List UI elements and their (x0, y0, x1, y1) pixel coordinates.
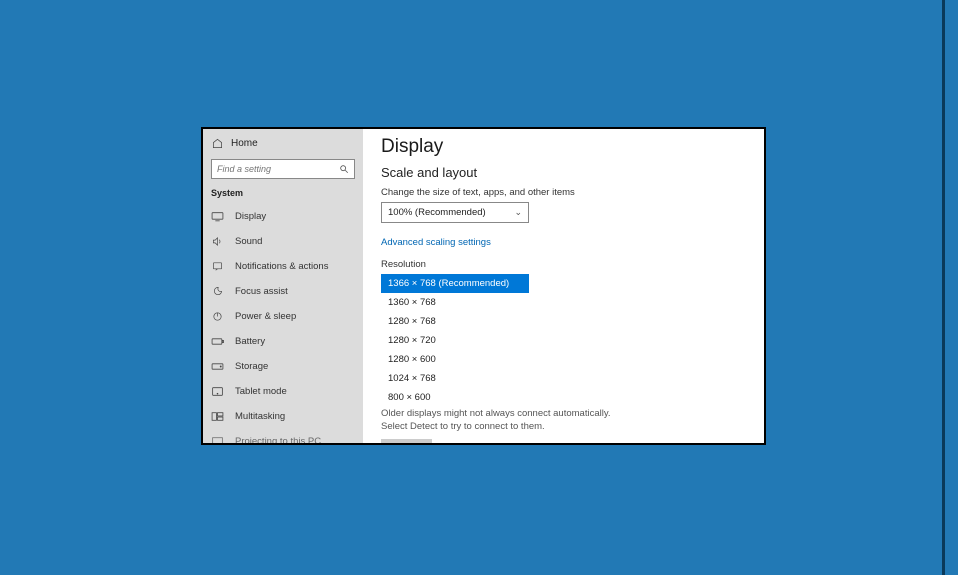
sidebar-item-label: Projecting to this PC (235, 436, 321, 443)
resolution-label: Resolution (381, 259, 752, 270)
settings-window: Home System Display Sound (201, 127, 766, 445)
tablet-icon (211, 386, 224, 397)
sidebar-item-tablet-mode[interactable]: Tablet mode (203, 379, 363, 404)
sidebar-item-label: Sound (235, 236, 262, 247)
detect-hint: Older displays might not always connect … (381, 407, 621, 433)
sidebar-item-focus-assist[interactable]: Focus assist (203, 279, 363, 304)
resolution-option[interactable]: 800 × 600 (381, 388, 529, 407)
sidebar-item-multitasking[interactable]: Multitasking (203, 404, 363, 429)
sidebar-item-battery[interactable]: Battery (203, 329, 363, 354)
battery-icon (211, 336, 224, 347)
sound-icon (211, 236, 224, 247)
sidebar-item-label: Display (235, 211, 266, 222)
sidebar-item-notifications[interactable]: Notifications & actions (203, 254, 363, 279)
sidebar-item-power-sleep[interactable]: Power & sleep (203, 304, 363, 329)
sidebar-item-label: Focus assist (235, 286, 288, 297)
resolution-option[interactable]: 1280 × 720 (381, 331, 529, 350)
sidebar: Home System Display Sound (203, 129, 363, 443)
sidebar-item-label: Multitasking (235, 411, 285, 422)
sidebar-item-display[interactable]: Display (203, 204, 363, 229)
resolution-option[interactable]: 1280 × 768 (381, 312, 529, 331)
section-title: Scale and layout (381, 165, 752, 180)
display-icon (211, 211, 224, 222)
home-icon (211, 138, 223, 149)
decorative-edge (942, 0, 945, 575)
projecting-icon (211, 436, 224, 443)
sidebar-item-label: Tablet mode (235, 386, 287, 397)
search-box[interactable] (211, 159, 355, 179)
power-icon (211, 311, 224, 322)
resolution-option[interactable]: 1280 × 600 (381, 350, 529, 369)
content-pane: Display Scale and layout Change the size… (363, 129, 764, 443)
scale-dropdown[interactable]: 100% (Recommended) ⌄ (381, 202, 529, 223)
focus-assist-icon (211, 286, 224, 297)
home-label: Home (231, 138, 258, 149)
resolution-option[interactable]: 1024 × 768 (381, 369, 529, 388)
sidebar-item-storage[interactable]: Storage (203, 354, 363, 379)
search-input[interactable] (217, 164, 339, 174)
advanced-scaling-link[interactable]: Advanced scaling settings (381, 237, 491, 248)
page-title: Display (381, 136, 752, 158)
sidebar-item-label: Storage (235, 361, 268, 372)
sidebar-item-sound[interactable]: Sound (203, 229, 363, 254)
detect-button[interactable]: Detect (381, 439, 432, 443)
chevron-down-icon: ⌄ (514, 207, 522, 218)
scale-value: 100% (Recommended) (388, 207, 486, 218)
sidebar-item-label: Battery (235, 336, 265, 347)
resolution-option[interactable]: 1360 × 768 (381, 293, 529, 312)
resolution-option[interactable]: 1366 × 768 (Recommended) (381, 274, 529, 293)
search-wrap (203, 154, 363, 186)
category-label: System (203, 186, 363, 204)
sidebar-item-label: Notifications & actions (235, 261, 328, 272)
resolution-dropdown-open[interactable]: 1366 × 768 (Recommended) 1360 × 768 1280… (381, 274, 529, 407)
multitasking-icon (211, 411, 224, 422)
sidebar-item-projecting[interactable]: Projecting to this PC (203, 429, 363, 443)
home-button[interactable]: Home (203, 133, 363, 154)
notifications-icon (211, 261, 224, 272)
sidebar-item-label: Power & sleep (235, 311, 296, 322)
search-icon (339, 164, 349, 174)
storage-icon (211, 361, 224, 372)
scale-label: Change the size of text, apps, and other… (381, 187, 752, 198)
